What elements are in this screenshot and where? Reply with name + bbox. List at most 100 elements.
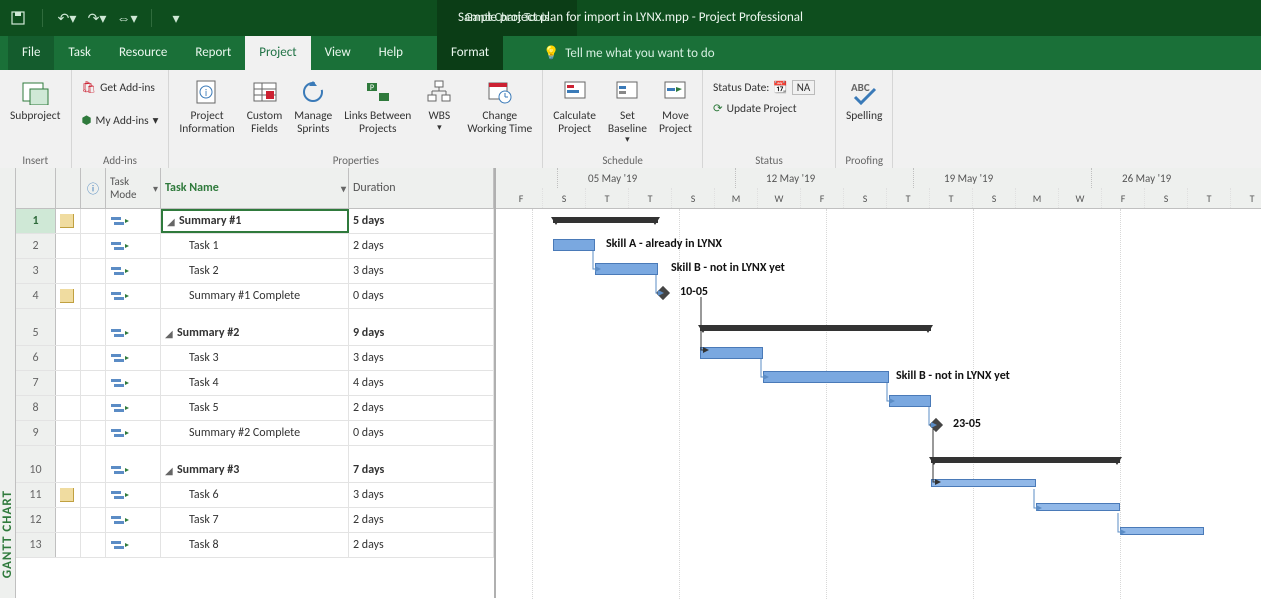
set-baseline-button[interactable]: Set Baseline ▾ xyxy=(604,74,651,148)
svg-text:i: i xyxy=(205,86,207,99)
row-number[interactable]: 13 xyxy=(16,533,56,557)
collapse-icon[interactable]: ◢ xyxy=(165,327,175,340)
col-row-number[interactable] xyxy=(16,168,56,208)
row-number[interactable]: 1 xyxy=(16,209,56,233)
tab-view[interactable]: View xyxy=(311,36,365,70)
tab-task[interactable]: Task xyxy=(54,36,105,70)
summary-bar[interactable] xyxy=(700,325,931,331)
wbs-button[interactable]: WBS ▾ xyxy=(419,74,459,148)
auto-schedule-icon xyxy=(110,240,130,252)
svg-text:ABC: ABC xyxy=(851,81,870,94)
col-info[interactable]: ⓘ xyxy=(81,168,106,208)
col-duration[interactable]: Duration xyxy=(349,168,494,208)
task-bar[interactable] xyxy=(1036,503,1120,511)
week-header: 05 May '19 xyxy=(558,168,736,188)
auto-schedule-icon xyxy=(110,539,130,551)
table-row[interactable]: 13Task 82 days xyxy=(16,533,494,558)
collapse-icon[interactable]: ◢ xyxy=(167,215,177,228)
tab-help[interactable]: Help xyxy=(365,36,417,70)
link-icon[interactable]: ⇔▾ xyxy=(117,8,137,28)
auto-schedule-icon xyxy=(110,290,130,302)
status-date-field[interactable]: Status Date: 📆 NA xyxy=(709,78,829,97)
task-bar[interactable] xyxy=(700,347,763,359)
auto-schedule-icon xyxy=(110,402,130,414)
table-row[interactable]: 5◢Summary #29 days xyxy=(16,321,494,346)
tab-file[interactable]: File xyxy=(8,36,54,70)
subproject-button[interactable]: Subproject xyxy=(6,74,65,148)
table-row[interactable]: 4Summary #1 Complete0 days xyxy=(16,284,494,309)
table-row[interactable]: 2Task 12 days xyxy=(16,234,494,259)
left-rail[interactable]: GANTT CHART xyxy=(0,168,16,598)
task-bar[interactable] xyxy=(595,263,658,275)
row-number[interactable]: 11 xyxy=(16,483,56,507)
summary-bar[interactable] xyxy=(553,217,658,223)
row-number[interactable]: 9 xyxy=(16,421,56,445)
tab-report[interactable]: Report xyxy=(181,36,245,70)
manage-sprints-button[interactable]: Manage Sprints xyxy=(290,74,336,148)
qat-customize-icon[interactable]: ▾ xyxy=(166,8,186,28)
row-number[interactable]: 3 xyxy=(16,259,56,283)
milestone[interactable] xyxy=(656,286,670,300)
milestone[interactable] xyxy=(929,418,943,432)
task-bar[interactable] xyxy=(553,239,595,251)
row-number[interactable]: 12 xyxy=(16,508,56,532)
update-project-button[interactable]: ⟳ Update Project xyxy=(709,99,829,118)
table-row[interactable]: 6Task 33 days xyxy=(16,346,494,371)
week-header: 19 May '19 xyxy=(914,168,1092,188)
links-button[interactable]: P Links Between Projects xyxy=(340,74,415,148)
table-row[interactable]: 9Summary #2 Complete0 days xyxy=(16,421,494,446)
custom-fields-button[interactable]: Custom Fields xyxy=(243,74,287,148)
links-icon: P xyxy=(362,76,394,108)
calculate-project-button[interactable]: Calculate Project xyxy=(549,74,600,148)
col-notes[interactable] xyxy=(56,168,81,208)
row-number[interactable]: 8 xyxy=(16,396,56,420)
calculate-icon xyxy=(559,76,591,108)
col-task-name[interactable]: Task Name ▾ xyxy=(161,168,349,208)
save-icon[interactable] xyxy=(8,8,28,28)
row-number[interactable]: 7 xyxy=(16,371,56,395)
ribbon-panel: Subproject Insert 🛍 Get Add-ins ⬢ My Add… xyxy=(0,70,1261,169)
undo-icon[interactable]: ↶▾ xyxy=(57,8,77,28)
tell-me-search[interactable]: 💡 Tell me what you want to do xyxy=(543,46,715,61)
move-project-button[interactable]: Move Project xyxy=(655,74,696,148)
summary-bar[interactable] xyxy=(931,457,1120,463)
collapse-icon[interactable]: ◢ xyxy=(165,464,175,477)
table-row[interactable]: 11Task 63 days xyxy=(16,483,494,508)
table-row[interactable]: 7Task 44 days xyxy=(16,371,494,396)
change-working-time-button[interactable]: Change Working Time xyxy=(463,74,536,148)
table-row[interactable]: 1◢Summary #15 days xyxy=(16,209,494,234)
table-row[interactable]: 12Task 72 days xyxy=(16,508,494,533)
wbs-icon xyxy=(423,76,455,108)
task-bar[interactable] xyxy=(889,395,931,407)
tab-format[interactable]: Format xyxy=(437,36,503,70)
table-row[interactable]: 10◢Summary #37 days xyxy=(16,458,494,483)
task-bar[interactable] xyxy=(1120,527,1204,535)
get-addins-button[interactable]: 🛍 Get Add-ins xyxy=(78,78,163,97)
table-row[interactable]: 8Task 52 days xyxy=(16,396,494,421)
gantt-chart[interactable]: 05 May '1912 May '1919 May '1926 May '19… xyxy=(496,168,1261,598)
tab-project[interactable]: Project xyxy=(245,36,310,70)
task-bar[interactable] xyxy=(763,371,889,383)
row-number[interactable]: 6 xyxy=(16,346,56,370)
info-icon: ⓘ xyxy=(87,180,99,197)
tab-resource[interactable]: Resource xyxy=(105,36,181,70)
spelling-button[interactable]: ABC Spelling xyxy=(842,74,886,148)
svg-text:P: P xyxy=(370,83,374,93)
task-grid[interactable]: ⓘ Task Mode ▾ Task Name ▾ Duration 1◢Sum… xyxy=(16,168,496,598)
task-bar[interactable] xyxy=(931,479,1036,487)
row-number[interactable]: 10 xyxy=(16,458,56,482)
project-info-button[interactable]: i Project Information xyxy=(175,74,238,148)
col-task-mode[interactable]: Task Mode ▾ xyxy=(106,168,161,208)
row-number[interactable]: 4 xyxy=(16,284,56,308)
row-number[interactable]: 2 xyxy=(16,234,56,258)
auto-schedule-icon xyxy=(110,352,130,364)
table-row[interactable]: 3Task 23 days xyxy=(16,259,494,284)
auto-schedule-icon xyxy=(110,377,130,389)
chevron-down-icon: ▾ xyxy=(437,123,442,133)
bar-label: 23-05 xyxy=(953,417,981,431)
my-addins-button[interactable]: ⬢ My Add-ins ▾ xyxy=(78,111,163,130)
row-number[interactable]: 5 xyxy=(16,321,56,345)
grid-header: ⓘ Task Mode ▾ Task Name ▾ Duration xyxy=(16,168,494,209)
move-project-icon xyxy=(659,76,691,108)
redo-icon[interactable]: ↷▾ xyxy=(87,8,107,28)
